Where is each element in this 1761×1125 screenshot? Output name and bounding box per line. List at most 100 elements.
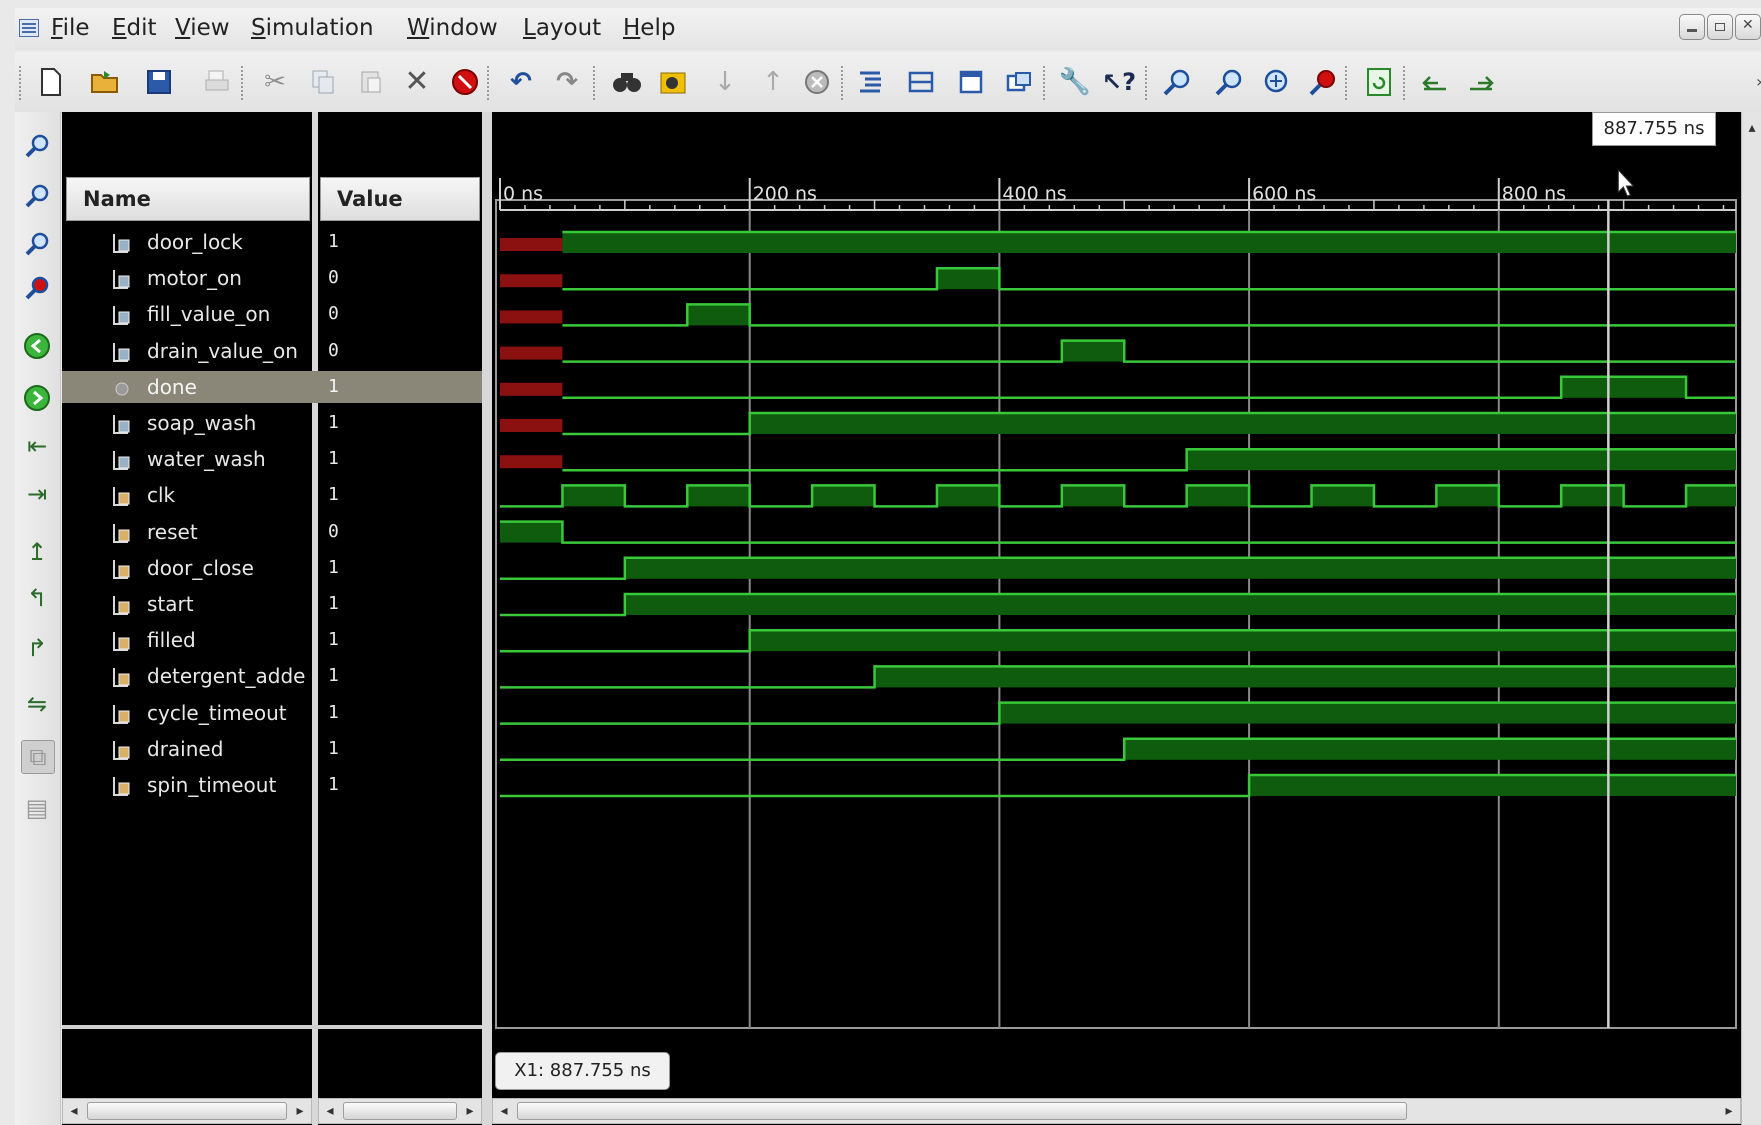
maximize-icon[interactable] (1707, 14, 1733, 40)
previous-marker-icon[interactable]: ⇤ (21, 430, 53, 462)
signal-row-done[interactable]: done 1 (62, 370, 482, 403)
signal-row-cycle-timeout[interactable]: cycle_timeout 1 (62, 697, 482, 729)
go-to-start-icon[interactable] (21, 330, 53, 362)
refresh-icon[interactable] (1363, 66, 1395, 98)
step-back-icon[interactable]: ↰ (21, 582, 53, 614)
undo-icon[interactable]: ↶ (505, 66, 537, 98)
cut-icon[interactable]: ✂ (259, 66, 291, 98)
new-file-icon[interactable] (35, 66, 67, 98)
wave-high-segment (1124, 738, 1736, 760)
wave-x-segment (500, 310, 563, 324)
find-value-icon[interactable] (657, 66, 689, 98)
zoom-fit-icon[interactable] (21, 228, 53, 260)
signal-row-start[interactable]: start 1 (62, 588, 482, 620)
name-column-header[interactable]: Name (66, 177, 310, 221)
signal-value: 0 (328, 520, 339, 542)
zoom-in-icon[interactable] (1161, 66, 1193, 98)
signal-row-filled[interactable]: filled 1 (62, 624, 482, 656)
paste-icon[interactable] (355, 66, 387, 98)
signal-name: filled (147, 628, 196, 653)
float-icon[interactable] (1003, 66, 1035, 98)
wave-vertical-scrollbar[interactable]: ▴ (1741, 112, 1761, 1125)
output-port-icon (110, 304, 132, 326)
input-port-icon (110, 739, 132, 761)
snap-icon[interactable]: ⧉ (21, 740, 55, 774)
signal-row-drain-value-on[interactable]: drain_value_on 0 (62, 335, 482, 367)
app-icon (19, 19, 39, 37)
value-panel-scrollbar[interactable]: ◂ ▸ (318, 1098, 482, 1124)
delete-icon[interactable]: ✕ (401, 66, 433, 98)
input-port-icon (110, 485, 132, 507)
wave-high-segment (999, 702, 1736, 724)
next-transition-icon[interactable]: ↓ (709, 66, 741, 98)
name-panel-scrollbar[interactable]: ◂ ▸ (62, 1098, 312, 1124)
expand-bus-icon[interactable] (855, 66, 887, 98)
swap-icon[interactable]: ⇋ (21, 688, 53, 720)
zoom-out-icon[interactable] (21, 180, 53, 212)
add-marker-icon[interactable]: ↥ (21, 536, 53, 568)
close-icon[interactable]: ✕ (1735, 14, 1761, 40)
wave-high-segment (1436, 485, 1499, 507)
collapse-icon[interactable] (905, 66, 937, 98)
help-icon[interactable]: ↖? (1102, 66, 1136, 98)
signal-value: 1 (328, 774, 339, 795)
step-forward-icon[interactable]: ↱ (21, 632, 53, 664)
menu-window[interactable]: Window (407, 13, 498, 43)
zoom-cursor-icon[interactable] (21, 272, 53, 304)
save-icon[interactable] (143, 66, 175, 98)
zoom-in-icon[interactable] (21, 130, 53, 162)
mouse-pointer-icon (1617, 168, 1635, 197)
zoom-out-icon[interactable] (1213, 66, 1245, 98)
signal-row-detergent-adde[interactable]: detergent_adde 1 (62, 660, 482, 692)
signal-row-motor-on[interactable]: motor_on 0 (62, 262, 482, 294)
menu-help[interactable]: Help (623, 13, 675, 43)
signal-name: start (147, 592, 194, 616)
signal-row-fill-value-on[interactable]: fill_value_on 0 (62, 298, 482, 330)
menu-view[interactable]: View (175, 13, 230, 43)
previous-transition-icon[interactable]: ↑ (757, 66, 789, 98)
signal-name: water_wash (147, 447, 266, 472)
open-folder-icon[interactable] (89, 66, 121, 98)
wave-high-segment (1561, 376, 1687, 398)
stop-icon[interactable] (449, 66, 481, 98)
signal-row-drained[interactable]: drained 1 (62, 733, 482, 765)
wave-high-segment (936, 485, 1000, 507)
signal-row-reset[interactable]: reset 0 (62, 516, 482, 548)
ruler-label: 200 ns (753, 183, 817, 205)
go-start-icon[interactable] (1419, 66, 1451, 98)
value-column-header[interactable]: Value (320, 177, 480, 221)
table-icon[interactable]: ▤ (21, 792, 53, 824)
signal-row-spin-timeout[interactable]: spin_timeout 1 (62, 769, 482, 801)
signal-row-soap-wash[interactable]: soap_wash 1 (62, 407, 482, 439)
menu-layout[interactable]: Layout (523, 13, 601, 43)
wave-high-segment (500, 521, 563, 543)
minimize-icon[interactable] (1679, 14, 1705, 40)
input-port-icon (110, 630, 132, 652)
toolbar-overflow-icon[interactable]: » (1745, 66, 1761, 98)
waveform-canvas[interactable]: 0 ns 200 ns 400 ns 600 ns 800 ns (492, 112, 1741, 1032)
signal-row-door-lock[interactable]: door_lock 1 (62, 226, 482, 258)
signal-row-door-close[interactable]: door_close 1 (62, 552, 482, 584)
signal-name: cycle_timeout (147, 700, 287, 725)
wave-motor-on (562, 266, 1736, 291)
settings-wrench-icon[interactable]: 🔧 (1059, 66, 1091, 98)
menu-file[interactable]: File (51, 13, 90, 43)
print-icon[interactable] (201, 66, 233, 98)
redo-icon[interactable]: ↷ (551, 66, 583, 98)
zoom-fit-icon[interactable] (1259, 66, 1291, 98)
window-icon[interactable] (955, 66, 987, 98)
input-port-icon (110, 522, 132, 544)
signal-row-water-wash[interactable]: water_wash 1 (62, 443, 482, 475)
zoom-cursor-icon[interactable] (1307, 66, 1339, 98)
next-marker-icon[interactable]: ⇥ (21, 478, 53, 510)
signal-row-clk[interactable]: clk 1 (62, 479, 482, 511)
go-end-icon[interactable] (1465, 66, 1497, 98)
copy-icon[interactable] (307, 66, 339, 98)
go-to-end-icon[interactable] (21, 382, 53, 414)
signal-value: 1 (328, 665, 339, 687)
wave-panel-scrollbar[interactable]: ◂ ▸ (492, 1098, 1741, 1124)
breakpoint-icon[interactable] (801, 66, 833, 98)
menu-edit[interactable]: Edit (112, 13, 157, 43)
menu-simulation[interactable]: Simulation (251, 13, 374, 43)
find-icon[interactable] (611, 66, 643, 98)
